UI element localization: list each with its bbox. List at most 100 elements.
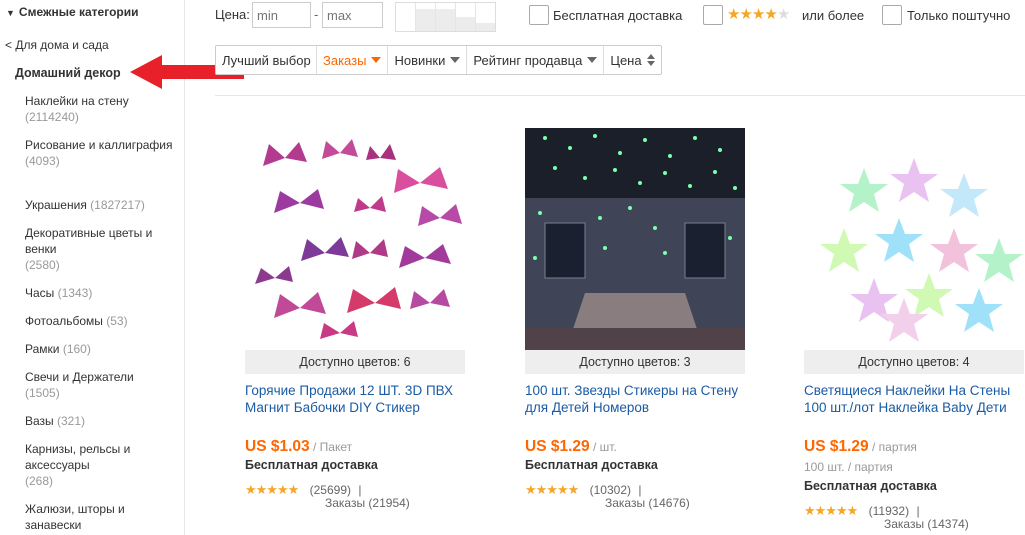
separator: | xyxy=(916,504,920,518)
available-colors: Доступно цветов: 3 xyxy=(525,350,745,374)
product-price: US $1.29 xyxy=(525,438,590,455)
divider xyxy=(215,95,1025,96)
sort-updown-icon xyxy=(646,54,655,66)
sidebar-item-label: Вазы xyxy=(25,414,54,428)
product-title-link[interactable]: Горячие Продажи 12 ШТ. 3D ПВХ Магнит Баб… xyxy=(245,382,467,416)
product-price: US $1.03 xyxy=(245,438,310,455)
histogram-bin[interactable] xyxy=(396,3,416,31)
sort-tab-label: Цена xyxy=(610,52,642,68)
price-row: US $1.29 / партия xyxy=(804,438,917,456)
rating-stars: ★★★★★ xyxy=(804,503,858,518)
rating-stars: ★★★★★ xyxy=(245,482,299,497)
sidebar-item-clocks[interactable]: Часы (1343) xyxy=(25,285,175,301)
orders-count-link[interactable]: Заказы (21954) xyxy=(325,496,410,510)
available-colors: Доступно цветов: 4 xyxy=(804,350,1024,374)
sidebar-item-count: (268) xyxy=(25,474,54,488)
sidebar-item-count: (321) xyxy=(57,414,86,428)
single-piece-checkbox[interactable] xyxy=(882,5,902,25)
star-empty-icon: ★ xyxy=(776,6,790,23)
star-icon: ★ xyxy=(751,6,765,23)
sidebar-item-label: Фотоальбомы xyxy=(25,314,103,328)
price-filter-label: Цена: xyxy=(215,7,250,22)
sidebar-item-label: Карнизы, рельсы и аксессуары xyxy=(25,442,131,472)
triangle-down-icon: ▼ xyxy=(6,8,15,18)
sidebar-header[interactable]: ▼ Смежные категории xyxy=(6,5,138,19)
caret-down-icon xyxy=(587,57,598,63)
separator: | xyxy=(638,483,642,497)
sidebar-item-label: Часы xyxy=(25,286,55,300)
product-title-link[interactable]: Светящиеся Наклейки На Стены 100 шт./лот… xyxy=(804,382,1025,416)
price-unit: / Пакет xyxy=(312,440,353,454)
product-price: US $1.29 xyxy=(804,438,869,455)
price-row: US $1.29 / шт. xyxy=(525,438,617,456)
review-count-link[interactable]: (10302) xyxy=(590,483,631,497)
sort-tab-orders[interactable]: Заказы xyxy=(317,46,389,74)
sidebar-item-count: (53) xyxy=(106,314,128,328)
review-count-link[interactable]: (11932) xyxy=(869,504,909,518)
sidebar-item-label: Украшения xyxy=(25,198,87,212)
star-icon: ★ xyxy=(739,6,752,23)
separator: | xyxy=(358,483,362,497)
sidebar-item-albums[interactable]: Фотоальбомы (53) xyxy=(25,313,175,329)
review-count-link[interactable]: (25699) xyxy=(310,483,351,497)
lot-size-text: 100 шт. / партия xyxy=(804,460,893,474)
sidebar-header-label: Смежные категории xyxy=(18,5,139,19)
sidebar-back-link[interactable]: < Для дома и сада xyxy=(5,38,109,52)
sort-tab-newest[interactable]: Новинки xyxy=(388,46,468,74)
rating-filter-checkbox[interactable] xyxy=(703,5,723,25)
sidebar-item-count: (1343) xyxy=(57,286,93,300)
sidebar-item-label: Декоративные цветы и венки xyxy=(25,226,153,256)
orders-count-link[interactable]: Заказы (14374) xyxy=(884,517,969,531)
single-piece-label: Только поштучно xyxy=(907,8,1011,23)
price-histogram[interactable] xyxy=(395,2,496,32)
caret-down-icon xyxy=(371,57,382,63)
price-range-dash: - xyxy=(314,7,319,22)
sidebar-item-count: (2114240) xyxy=(25,110,79,124)
product-card[interactable]: Доступно цветов: 4 Светящиеся Наклейки Н… xyxy=(804,128,1025,531)
sidebar-item-label: Жалюзи, шторы и занавески xyxy=(25,502,125,532)
product-image-glow-stars[interactable] xyxy=(804,128,1024,350)
histogram-bin[interactable] xyxy=(476,3,495,31)
sidebar-item-label: Свечи и Держатели xyxy=(25,370,134,384)
product-card[interactable]: Доступно цветов: 3 100 шт. Звезды Стикер… xyxy=(525,128,747,510)
sidebar-item-ornaments[interactable]: Украшения (1827217) xyxy=(25,197,175,213)
histogram-bin[interactable] xyxy=(456,3,476,31)
sidebar-item-vases[interactable]: Вазы (321) xyxy=(25,413,175,429)
sidebar-item-blinds[interactable]: Жалюзи, шторы и занавески xyxy=(25,501,175,533)
sidebar-item-candles[interactable]: Свечи и Держатели (1505) xyxy=(25,369,175,401)
sidebar-item-frames[interactable]: Рамки (160) xyxy=(25,341,175,357)
product-card[interactable]: Доступно цветов: 6 Горячие Продажи 12 ШТ… xyxy=(245,128,467,510)
histogram-bin[interactable] xyxy=(416,3,436,31)
sort-tab-seller-rating[interactable]: Рейтинг продавца xyxy=(467,46,605,74)
product-title-link[interactable]: 100 шт. Звезды Стикеры на Стену для Дете… xyxy=(525,382,747,416)
star-icon: ★ xyxy=(764,6,777,23)
sort-tab-label: Новинки xyxy=(394,52,446,68)
product-image-glow-stars-room[interactable] xyxy=(525,128,745,350)
sidebar-item-label: Рамки xyxy=(25,342,60,356)
star-icon: ★ xyxy=(727,6,740,23)
sidebar-item-count: (2580) xyxy=(25,258,60,272)
sidebar-item-painting[interactable]: Рисование и каллиграфия (4093) xyxy=(25,137,175,169)
price-min-input[interactable] xyxy=(252,2,311,28)
sort-bar: Лучший выбор Заказы Новинки Рейтинг прод… xyxy=(215,45,662,75)
sort-tab-label: Лучший выбор xyxy=(222,52,311,68)
sort-tab-price[interactable]: Цена xyxy=(604,46,660,74)
price-max-input[interactable] xyxy=(322,2,383,28)
sidebar-item-wall-stickers[interactable]: Наклейки на стену (2114240) xyxy=(25,93,175,125)
caret-down-icon xyxy=(450,57,461,63)
rating-stars: ★★★★★ xyxy=(525,482,579,497)
available-colors: Доступно цветов: 6 xyxy=(245,350,465,374)
price-row: US $1.03 / Пакет xyxy=(245,438,352,456)
sidebar-item-count: (160) xyxy=(62,342,91,356)
product-image-butterflies[interactable] xyxy=(245,128,465,350)
price-unit: / шт. xyxy=(592,440,617,454)
free-shipping-checkbox[interactable] xyxy=(529,5,549,25)
sidebar-current-category: Домашний декор xyxy=(15,66,121,80)
sort-tab-best-match[interactable]: Лучший выбор xyxy=(216,46,317,74)
price-unit: / партия xyxy=(871,440,917,454)
histogram-bin[interactable] xyxy=(436,3,456,31)
sidebar-item-flowers[interactable]: Декоративные цветы и венки (2580) xyxy=(25,225,175,273)
free-shipping-text: Бесплатная доставка xyxy=(804,479,937,493)
orders-count-link[interactable]: Заказы (14676) xyxy=(605,496,690,510)
sidebar-item-curtain-rods[interactable]: Карнизы, рельсы и аксессуары (268) xyxy=(25,441,175,489)
